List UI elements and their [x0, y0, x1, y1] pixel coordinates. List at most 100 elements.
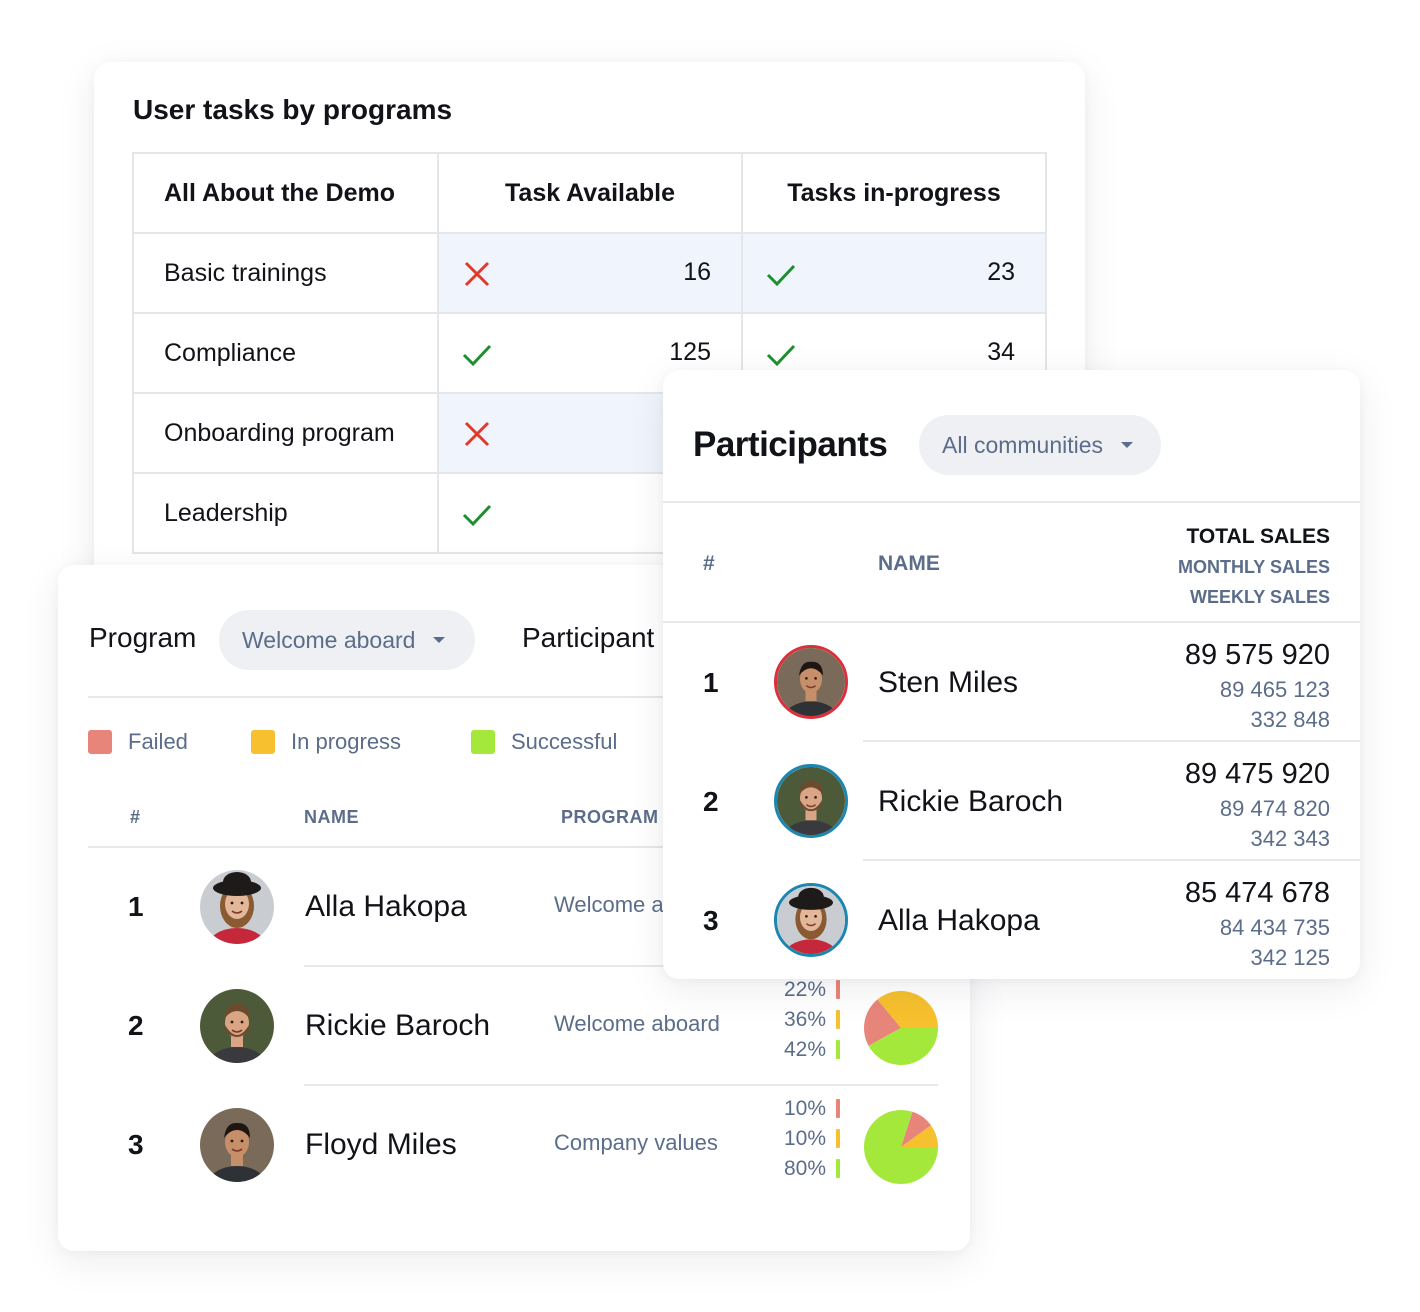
sales-values: 85 474 678 84 434 735 342 125 [1185, 873, 1330, 973]
participant-program: Company values [554, 1130, 718, 1155]
participant-row[interactable]: 1 Sten Miles 89 575 920 89 465 123 332 8… [663, 623, 1360, 742]
column-header-total-sales: TOTAL SALES [1186, 525, 1330, 548]
row-index: 1 [128, 891, 144, 922]
total-sales: 89 475 920 [1184, 758, 1330, 790]
avatar [200, 989, 274, 1063]
column-header-sales[interactable]: TOTAL SALES MONTHLY SALES WEEKLY SALES [1178, 522, 1330, 612]
column-header-weekly-sales: WEEKLY SALES [1189, 587, 1330, 607]
weekly-sales: 342 343 [1250, 826, 1330, 851]
percent-list: 22% 36% 42% [758, 975, 840, 1065]
legend-swatch-in-progress [251, 730, 275, 754]
weekly-sales: 332 848 [1250, 707, 1330, 732]
program-name: Basic trainings [132, 232, 439, 314]
column-header-index: # [703, 552, 715, 575]
caret-down-icon [433, 637, 446, 643]
user-tasks-title: User tasks by programs [133, 94, 453, 125]
avatar [200, 870, 274, 944]
available-count: 16 [683, 258, 711, 286]
divider [663, 501, 1360, 503]
percent-successful: 80% [758, 1154, 840, 1184]
legend-label: Failed [128, 729, 188, 754]
in-progress-count: 23 [987, 258, 1015, 286]
program-name: Compliance [132, 312, 439, 394]
community-dropdown-value: All communities [942, 431, 1104, 458]
column-header-available[interactable]: Task Available [437, 152, 743, 234]
participant-filter-label: Participant [522, 622, 655, 653]
column-header-name[interactable]: NAME [304, 807, 359, 828]
program-filter-label: Program [89, 622, 197, 653]
legend-item-failed: Failed [88, 729, 188, 755]
total-sales: 85 474 678 [1184, 877, 1330, 909]
avatar [774, 764, 848, 838]
percent-successful: 42% [758, 1035, 840, 1065]
weekly-sales: 342 125 [1250, 945, 1330, 970]
program-dropdown[interactable]: Welcome aboard [219, 610, 475, 670]
caret-down-icon [1121, 442, 1134, 448]
cross-icon [461, 418, 493, 450]
participants-title: Participants [693, 425, 888, 464]
avatar [774, 883, 848, 957]
list-item[interactable]: 3 Floyd Miles Company values 10% 10% 80% [58, 1086, 970, 1205]
participant-row[interactable]: 3 Alla Hakopa 85 474 678 84 434 735 342 … [663, 861, 1360, 979]
table-row[interactable]: Basic trainings 16 23 [132, 232, 1047, 314]
participant-name[interactable]: Sten Miles [878, 666, 1018, 700]
avatar [200, 1108, 274, 1182]
monthly-sales: 84 434 735 [1219, 915, 1330, 940]
monthly-sales: 89 474 820 [1219, 796, 1330, 821]
check-icon [765, 258, 797, 290]
participant-name[interactable]: Floyd Miles [305, 1128, 457, 1162]
percent-list: 10% 10% 80% [758, 1094, 840, 1184]
monthly-sales: 89 465 123 [1219, 677, 1330, 702]
legend-swatch-successful [471, 730, 495, 754]
column-header-name[interactable]: NAME [878, 552, 940, 576]
in-progress-count: 34 [987, 338, 1015, 366]
percent-bar-successful [836, 1159, 840, 1178]
row-index: 1 [703, 667, 719, 698]
percent-bar-in-progress [836, 1010, 840, 1029]
percent-bar-failed [836, 980, 840, 999]
row-index: 2 [703, 786, 719, 817]
percent-bar-successful [836, 1040, 840, 1059]
participant-name[interactable]: Alla Hakopa [305, 890, 467, 924]
program-name: Leadership [132, 472, 439, 554]
column-header-monthly-sales: MONTHLY SALES [1177, 557, 1330, 577]
participants-card: Participants All communities # NAME TOTA… [663, 370, 1360, 979]
list-item[interactable]: 2 Rickie Baroch Welcome aboard 22% 36% 42% [58, 967, 970, 1086]
percent-bar-in-progress [836, 1129, 840, 1148]
legend-label: In progress [291, 729, 402, 754]
row-index: 3 [703, 905, 719, 936]
cross-icon [461, 258, 493, 290]
participant-name[interactable]: Rickie Baroch [878, 785, 1063, 819]
total-sales: 89 575 920 [1184, 639, 1330, 671]
sales-values: 89 475 920 89 474 820 342 343 [1185, 754, 1330, 854]
column-header-program: All About the Demo [132, 152, 439, 234]
column-header-index: # [130, 807, 141, 827]
table-header-row: All About the Demo Task Available Tasks … [132, 152, 1047, 234]
avatar [774, 645, 848, 719]
in-progress-cell: 23 [741, 232, 1047, 314]
status-pie-chart [864, 991, 938, 1065]
check-icon [461, 498, 493, 530]
check-icon [461, 338, 493, 370]
participant-row[interactable]: 2 Rickie Baroch 89 475 920 89 474 820 34… [663, 742, 1360, 861]
available-count: 125 [669, 338, 711, 366]
legend-swatch-failed [88, 730, 112, 754]
legend-item-successful: Successful [471, 729, 617, 755]
column-header-program[interactable]: PROGRAM [561, 807, 659, 828]
legend-item-in-progress: In progress [251, 729, 401, 755]
row-index: 2 [128, 1010, 144, 1041]
row-index: 3 [128, 1129, 144, 1160]
program-dropdown-value: Welcome aboard [242, 626, 416, 653]
program-name: Onboarding program [132, 392, 439, 474]
column-header-in-progress[interactable]: Tasks in-progress [741, 152, 1047, 234]
percent-in-progress: 10% [758, 1124, 840, 1154]
participant-name[interactable]: Rickie Baroch [305, 1009, 490, 1043]
participant-name[interactable]: Alla Hakopa [878, 904, 1040, 938]
percent-bar-failed [836, 1099, 840, 1118]
check-icon [765, 338, 797, 370]
participant-program: Welcome aboard [554, 1011, 720, 1036]
percent-failed: 10% [758, 1094, 840, 1124]
community-dropdown[interactable]: All communities [919, 415, 1161, 475]
available-cell: 16 [437, 232, 743, 314]
legend-label: Successful [511, 729, 618, 754]
